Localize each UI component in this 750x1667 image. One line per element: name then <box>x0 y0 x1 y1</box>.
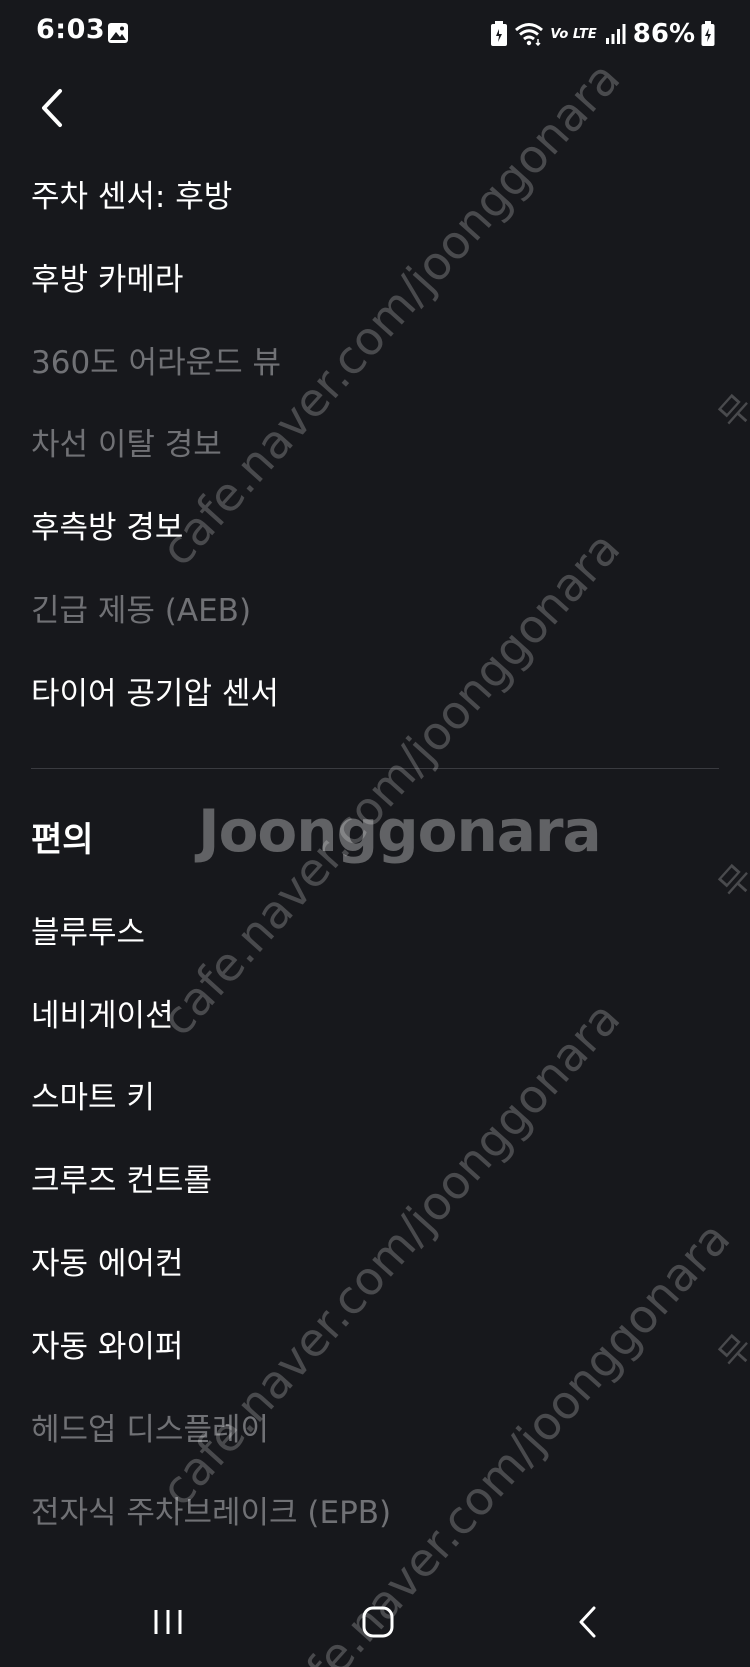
status-time: 6:03 <box>36 14 106 45</box>
back-button[interactable] <box>30 78 74 138</box>
battery-icon <box>701 21 715 47</box>
watermark-edge-text: 무 <box>710 856 750 907</box>
home-icon <box>362 1606 394 1638</box>
recent-apps-button[interactable] <box>133 1592 203 1652</box>
list-item-epb: 전자식 주차브레이크 (EPB) <box>31 1495 392 1531</box>
recent-apps-icon <box>154 1610 182 1634</box>
battery-percentage: 86% <box>632 19 695 49</box>
wifi-icon <box>514 22 544 46</box>
back-arrow-icon <box>42 89 62 127</box>
watermark-url: cafe.naver.com/joonggonara <box>150 51 631 577</box>
navigation-bar <box>0 1582 750 1667</box>
list-item-aeb: 긴급 제동 (AEB) <box>31 593 252 629</box>
list-item-tpms: 타이어 공기압 센서 <box>31 676 279 712</box>
list-item-smart-key: 스마트 키 <box>31 1080 155 1116</box>
signal-icon <box>605 23 627 45</box>
system-back-button[interactable] <box>553 1592 623 1652</box>
list-item-bluetooth: 블루투스 <box>31 915 146 951</box>
list-item-cruise-control: 크루즈 컨트롤 <box>31 1163 212 1199</box>
gallery-notification-icon <box>107 22 129 44</box>
watermark-edge-text: 무 <box>710 1326 750 1377</box>
home-button[interactable] <box>343 1592 413 1652</box>
battery-saver-icon <box>490 21 508 47</box>
list-item-rear-camera: 후방 카메라 <box>31 262 184 298</box>
list-item-blind-spot: 후측방 경보 <box>31 510 184 546</box>
watermark-edge-text: 무 <box>710 386 750 437</box>
section-divider <box>31 768 719 769</box>
list-item-navigation: 네비게이션 <box>31 998 174 1034</box>
back-icon <box>579 1606 596 1638</box>
list-item-auto-ac: 자동 에어컨 <box>31 1246 184 1282</box>
status-bar: 6:03 Vo LTE 86% <box>0 0 750 68</box>
status-icons: Vo LTE 86% <box>490 14 715 54</box>
section-title-convenience: 편의 <box>31 820 94 860</box>
list-item-auto-wiper: 자동 와이퍼 <box>31 1329 184 1365</box>
list-item-lane-departure: 차선 이탈 경보 <box>31 427 222 463</box>
volte-indicator: Vo LTE <box>550 26 597 42</box>
list-item-parking-sensor: 주차 센서: 후방 <box>31 179 233 215</box>
watermark-logo: Joonggonara <box>198 797 602 865</box>
list-item-360-view: 360도 어라운드 뷰 <box>31 345 281 381</box>
list-item-hud: 헤드업 디스플레이 <box>31 1412 270 1448</box>
